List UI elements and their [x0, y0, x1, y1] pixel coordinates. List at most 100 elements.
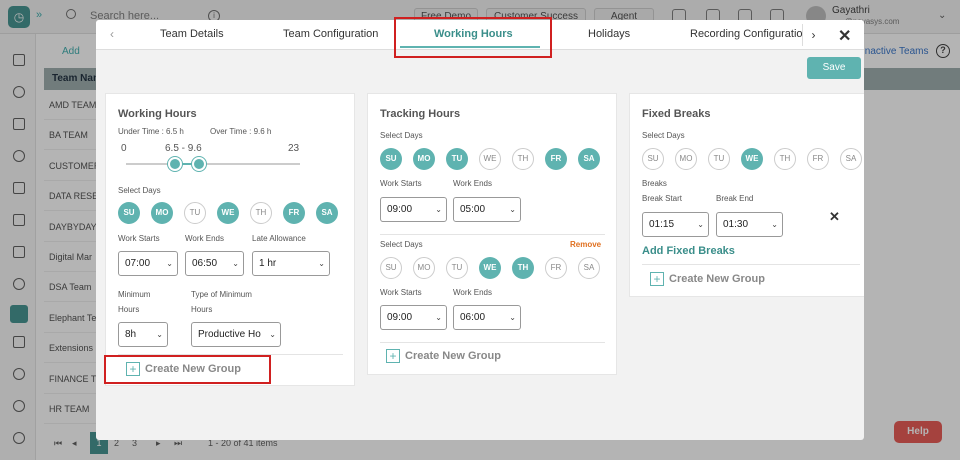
late-allowance-select[interactable]: 1 hr ⌄ — [252, 251, 330, 276]
day-toggle-mo[interactable]: MO — [675, 148, 697, 170]
select-days-label: Select Days — [118, 186, 161, 195]
day-toggle-we[interactable]: WE — [741, 148, 763, 170]
select-days-label: Select Days — [380, 131, 423, 140]
working-hours-card: Working Hours Under Time : 6.5 h Over Ti… — [105, 93, 355, 386]
hours-slider-track[interactable] — [126, 163, 300, 165]
slider-low-handle[interactable] — [168, 157, 183, 171]
break-start-label: Break Start — [642, 194, 683, 203]
day-toggle-fr[interactable]: FR — [283, 202, 305, 224]
tracking-work-ends-value-2: 06:00 — [460, 312, 486, 323]
slider-high-handle[interactable] — [191, 157, 206, 171]
remove-break-icon[interactable]: ✕ — [829, 209, 840, 225]
tracking-work-ends-select-2[interactable]: 06:00 ⌄ — [453, 305, 521, 330]
close-icon[interactable]: ✕ — [838, 26, 851, 46]
day-toggle-su[interactable]: SU — [380, 148, 402, 170]
day-toggle-tu[interactable]: TU — [446, 148, 468, 170]
type-minimum-value: Productive Ho — [198, 329, 261, 340]
over-time-label: Over Time : 9.6 h — [210, 127, 272, 136]
divider — [380, 234, 605, 235]
day-toggle-mo[interactable]: MO — [413, 257, 435, 279]
day-toggle-mo[interactable]: MO — [413, 148, 435, 170]
tab-team-configuration[interactable]: Team Configuration — [283, 28, 378, 40]
plus-icon[interactable]: + — [386, 349, 400, 363]
tracking-hours-card: Tracking Hours Select Days SU MO TU WE TH FR S… — [367, 93, 617, 375]
day-toggle-su[interactable]: SU — [380, 257, 402, 279]
work-starts-select[interactable]: 07:00 ⌄ — [118, 251, 178, 276]
highlight-box-create-group — [104, 355, 271, 384]
day-toggle-sa[interactable]: SA — [578, 148, 600, 170]
chevron-down-icon: ⌄ — [509, 205, 516, 214]
chevron-right-icon[interactable]: › — [802, 24, 824, 46]
highlight-box-tab — [394, 17, 552, 58]
work-ends-label: Work Ends — [185, 234, 224, 243]
range-values: 6.5 - 9.6 — [165, 143, 202, 154]
day-toggle-th[interactable]: TH — [250, 202, 272, 224]
day-toggle-sa[interactable]: SA — [840, 148, 862, 170]
chevron-down-icon: ⌄ — [269, 330, 276, 339]
day-toggle-th[interactable]: TH — [774, 148, 796, 170]
tracking-work-starts-select[interactable]: 09:00 ⌄ — [380, 197, 447, 222]
save-button[interactable]: Save — [807, 57, 861, 79]
break-end-value: 01:30 — [723, 219, 749, 230]
day-toggle-tu[interactable]: TU — [708, 148, 730, 170]
break-end-label: Break End — [716, 194, 754, 203]
day-toggle-we[interactable]: WE — [217, 202, 239, 224]
work-starts-value: 07:00 — [125, 258, 151, 269]
chevron-down-icon: ⌄ — [697, 220, 704, 229]
day-toggle-we[interactable]: WE — [479, 148, 501, 170]
tab-recording-configuration[interactable]: Recording Configuration — [690, 28, 809, 40]
tracking-work-starts-value: 09:00 — [387, 204, 413, 215]
fixed-breaks-card: Fixed Breaks Select Days SU MO TU WE TH FR SA … — [629, 93, 864, 297]
range-min: 0 — [121, 143, 127, 154]
work-ends-label: Work Ends — [453, 288, 492, 297]
chevron-down-icon: ⌄ — [771, 220, 778, 229]
save-label: Save — [822, 62, 846, 73]
create-new-group-button[interactable]: Create New Group — [405, 350, 501, 362]
chevron-down-icon: ⌄ — [156, 330, 163, 339]
day-toggle-tu[interactable]: TU — [184, 202, 206, 224]
day-toggle-su[interactable]: SU — [642, 148, 664, 170]
work-ends-select[interactable]: 06:50 ⌄ — [185, 251, 244, 276]
type-minimum-label-line2: Hours — [191, 305, 213, 314]
add-fixed-breaks-button[interactable]: Add Fixed Breaks — [642, 245, 735, 257]
tracking-work-starts-select-2[interactable]: 09:00 ⌄ — [380, 305, 447, 330]
chevron-down-icon: ⌄ — [435, 205, 442, 214]
tracking-work-ends-value: 05:00 — [460, 204, 486, 215]
select-days-label: Select Days — [642, 131, 685, 140]
day-toggle-th[interactable]: TH — [512, 148, 534, 170]
day-toggle-sa[interactable]: SA — [316, 202, 338, 224]
minimum-hours-label-line1: Minimum — [118, 290, 151, 299]
day-toggle-th[interactable]: TH — [512, 257, 534, 279]
day-toggle-su[interactable]: SU — [118, 202, 140, 224]
chevron-down-icon: ⌄ — [318, 259, 325, 268]
divider — [642, 264, 860, 265]
fixed-breaks-title: Fixed Breaks — [642, 108, 711, 120]
break-start-value: 01:15 — [649, 219, 675, 230]
break-start-select[interactable]: 01:15 ⌄ — [642, 212, 709, 237]
day-toggle-we[interactable]: WE — [479, 257, 501, 279]
under-time-label: Under Time : 6.5 h — [118, 127, 184, 136]
select-days-label: Select Days — [380, 240, 423, 249]
break-end-select[interactable]: 01:30 ⌄ — [716, 212, 783, 237]
tab-team-details[interactable]: Team Details — [160, 28, 224, 40]
tab-holidays[interactable]: Holidays — [588, 28, 630, 40]
day-toggle-sa[interactable]: SA — [578, 257, 600, 279]
work-ends-value: 06:50 — [192, 258, 218, 269]
range-max: 23 — [288, 143, 300, 154]
tracking-work-ends-select[interactable]: 05:00 ⌄ — [453, 197, 521, 222]
type-minimum-select[interactable]: Productive Ho ⌄ — [191, 322, 281, 347]
day-toggle-tu[interactable]: TU — [446, 257, 468, 279]
day-toggle-fr[interactable]: FR — [807, 148, 829, 170]
remove-group-button[interactable]: Remove — [570, 240, 601, 249]
day-toggle-fr[interactable]: FR — [545, 148, 567, 170]
chevron-down-icon: ⌄ — [232, 259, 239, 268]
late-allowance-value: 1 hr — [259, 258, 277, 269]
plus-icon[interactable]: + — [650, 272, 664, 286]
chevron-down-icon: ⌄ — [435, 313, 442, 322]
chevron-down-icon: ⌄ — [166, 259, 173, 268]
minimum-hours-select[interactable]: 8h ⌄ — [118, 322, 168, 347]
day-toggle-mo[interactable]: MO — [151, 202, 173, 224]
chevron-left-icon[interactable]: ‹ — [110, 27, 114, 41]
create-new-group-button[interactable]: Create New Group — [669, 273, 765, 285]
day-toggle-fr[interactable]: FR — [545, 257, 567, 279]
